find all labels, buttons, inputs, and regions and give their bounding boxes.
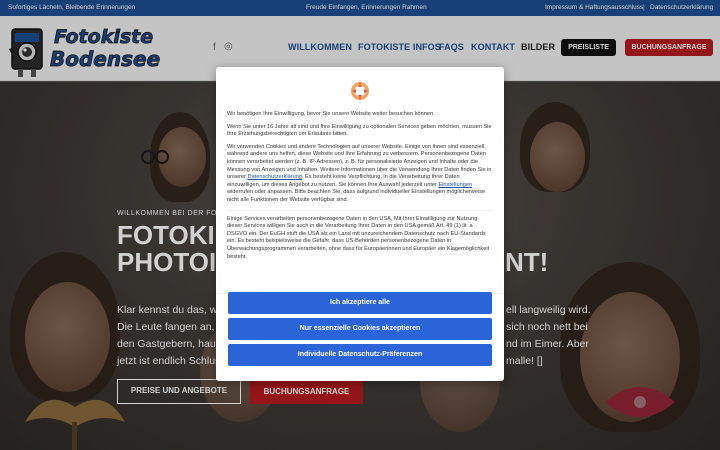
cookie-consent-dialog: Wir benötigen Ihre Einwilligung, bevor S…	[216, 67, 504, 381]
accept-all-button[interactable]: Ich akzeptiere alle	[228, 292, 492, 314]
individual-preferences-button[interactable]: Individuelle Datenschutz-Präferenzen	[228, 344, 492, 366]
consent-paragraph: Einige Services verarbeiten personenbezo…	[227, 209, 493, 262]
consent-logo-icon	[351, 82, 369, 100]
settings-link[interactable]: Einstellungen	[438, 182, 472, 188]
consent-paragraph: Wenn Sie unter 16 Jahre alt sind und Ihr…	[227, 123, 492, 138]
consent-paragraph: Wir benötigen Ihre Einwilligung, bevor S…	[227, 111, 435, 117]
privacy-policy-link[interactable]: Datenschutzerklärung	[248, 174, 302, 180]
consent-paragraph: Wir verwenden Cookies und andere Technol…	[227, 143, 492, 203]
consent-text[interactable]: Wir benötigen Ihre Einwilligung, bevor S…	[227, 111, 493, 293]
accept-essential-button[interactable]: Nur essenzielle Cookies akzeptieren	[228, 318, 492, 340]
